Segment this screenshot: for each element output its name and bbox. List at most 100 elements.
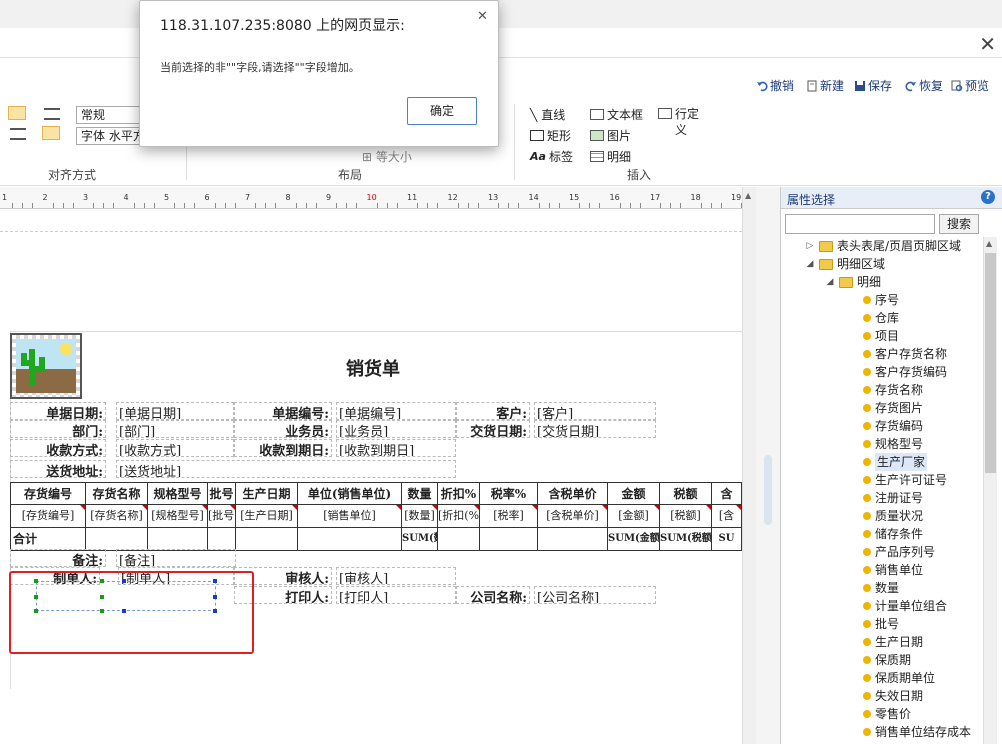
insert-label-button[interactable]: Aa 标签	[530, 148, 573, 165]
insert-row-button[interactable]: 行定义	[658, 106, 703, 138]
doc-number-label[interactable]: 单据编号:	[234, 402, 332, 420]
table-total-cell[interactable]	[147, 527, 208, 551]
table-total-cell[interactable]	[297, 527, 402, 551]
table-header-cell[interactable]: 折扣%	[437, 482, 480, 505]
close-icon[interactable]: ✕	[979, 32, 996, 56]
ship-address-field[interactable]: [送货地址]	[116, 460, 456, 478]
tree-leaf[interactable]: 序号	[863, 291, 899, 309]
tree-leaf[interactable]: 客户存货编码	[863, 363, 947, 381]
table-total-cell[interactable]: SUM(税额)	[659, 527, 712, 551]
table-total-cell[interactable]: 合计	[10, 527, 86, 551]
logo-image[interactable]	[10, 333, 82, 399]
tree-leaf[interactable]: 储存条件	[863, 525, 923, 543]
table-total-cell[interactable]: SU	[711, 527, 742, 551]
table-header-cell[interactable]: 存货编号	[10, 482, 86, 505]
tree-folder[interactable]: ◢ 明细	[825, 273, 881, 291]
table-total-cell[interactable]: SUM(金额)	[607, 527, 660, 551]
doc-number-field[interactable]: [单据编号]	[336, 402, 456, 420]
new-button[interactable]: 新建	[806, 77, 844, 94]
ship-address-label[interactable]: 送货地址:	[10, 460, 106, 478]
table-data-cell[interactable]: [税额]	[659, 504, 712, 528]
table-data-cell[interactable]: [存货名称]	[85, 504, 148, 528]
tree-leaf[interactable]: 销售单位结存成本	[863, 723, 971, 741]
search-input[interactable]	[785, 214, 935, 234]
canvas-scrollbar[interactable]: ▲	[742, 187, 756, 744]
table-data-cell[interactable]: [税率]	[479, 504, 538, 528]
tree-leaf[interactable]: 生产厂家	[863, 453, 928, 471]
tree-leaf[interactable]: 存货名称	[863, 381, 923, 399]
table-header-cell[interactable]: 批号	[207, 482, 236, 505]
table-total-cell[interactable]	[235, 527, 298, 551]
remark-label[interactable]: 备注:	[10, 549, 106, 567]
table-header-cell[interactable]: 数量	[401, 482, 438, 505]
align-middle-icon[interactable]	[42, 126, 60, 140]
table-header-cell[interactable]: 含税单价	[537, 482, 608, 505]
tree-leaf[interactable]: 失效日期	[863, 687, 923, 705]
customer-label[interactable]: 客户:	[456, 402, 530, 420]
table-data-cell[interactable]: [含	[711, 504, 742, 528]
department-label[interactable]: 部门:	[10, 420, 106, 438]
tree-leaf[interactable]: 生产日期	[863, 633, 923, 651]
tree-leaf[interactable]: 批号	[863, 615, 899, 633]
tree-leaf[interactable]: 项目	[863, 327, 899, 345]
table-header-cell[interactable]: 金额	[607, 482, 660, 505]
delivery-date-field[interactable]: [交货日期]	[534, 420, 656, 438]
payment-due-field[interactable]: [收款到期日]	[336, 439, 456, 457]
undo-button[interactable]: 撤销	[756, 77, 794, 94]
tree-leaf[interactable]: 保质期单位	[863, 669, 935, 687]
align-left-icon[interactable]	[8, 106, 26, 120]
tree-leaf[interactable]: 仓库	[863, 309, 899, 327]
table-total-cell[interactable]	[479, 527, 538, 551]
table-header-cell[interactable]: 含	[711, 482, 742, 505]
font-align-select[interactable]: 字体 水平方	[76, 127, 142, 145]
redo-button[interactable]: 恢复	[905, 77, 943, 94]
table-data-cell[interactable]: [存货编号]	[10, 504, 86, 528]
insert-textbox-button[interactable]: 文本框	[590, 106, 643, 123]
tree-folder[interactable]: ◢ 明细区域	[805, 255, 885, 273]
customer-field[interactable]: [客户]	[534, 402, 656, 420]
tree-leaf[interactable]: 产品序列号	[863, 543, 935, 561]
payment-method-field[interactable]: [收款方式]	[116, 439, 234, 457]
table-data-cell[interactable]: [规格型号]	[147, 504, 208, 528]
tree-leaf[interactable]: 保质期	[863, 651, 911, 669]
table-total-cell[interactable]	[537, 527, 608, 551]
table-data-cell[interactable]: [含税单价]	[537, 504, 608, 528]
scroll-thumb[interactable]	[985, 253, 996, 473]
tree-folder[interactable]: ▷ 表头表尾/页眉页脚区域	[805, 237, 962, 255]
insert-image-button[interactable]: 图片	[590, 127, 631, 144]
font-style-select[interactable]: 常规	[76, 106, 142, 124]
table-data-cell[interactable]: [生产日期]	[235, 504, 298, 528]
payment-method-label[interactable]: 收款方式:	[10, 439, 106, 457]
tree-leaf[interactable]: 数量	[863, 579, 899, 597]
table-data-cell[interactable]: [批号]	[207, 504, 236, 528]
save-button[interactable]: 保存	[854, 77, 892, 94]
table-header-cell[interactable]: 规格型号	[147, 482, 208, 505]
insert-line-button[interactable]: ╲ 直线	[530, 106, 565, 123]
table-data-cell[interactable]: [数量]	[401, 504, 438, 528]
company-name-field[interactable]: [公司名称]	[534, 586, 656, 604]
table-total-cell[interactable]: SUM(数量)	[401, 527, 438, 551]
delivery-date-label[interactable]: 交货日期:	[456, 420, 530, 438]
tree-leaf[interactable]: 销售单位	[863, 561, 923, 579]
insert-detail-button[interactable]: 明细	[590, 148, 631, 165]
expand-toggle-icon[interactable]: ◢	[825, 273, 835, 291]
design-canvas[interactable]: 销货单 单据日期: [单据日期] 单据编号: [单据编号] 客户: [客户] 部…	[0, 209, 742, 744]
tree-leaf[interactable]: 存货编码	[863, 417, 923, 435]
dialog-close-icon[interactable]: ✕	[477, 9, 488, 24]
table-header-cell[interactable]: 税额	[659, 482, 712, 505]
insert-rect-button[interactable]: 矩形	[530, 127, 571, 144]
doc-date-field[interactable]: [单据日期]	[116, 402, 234, 420]
align-center-icon[interactable]	[44, 108, 60, 120]
table-total-cell[interactable]	[437, 527, 480, 551]
printer-field[interactable]: [打印人]	[336, 586, 456, 604]
table-total-cell[interactable]	[207, 527, 236, 551]
scroll-up-icon[interactable]: ▲	[745, 191, 751, 200]
table-total-cell[interactable]	[85, 527, 148, 551]
expand-toggle-icon[interactable]: ▷	[805, 237, 815, 255]
panel-scrollbar[interactable]: ▲	[983, 237, 997, 744]
scroll-up-icon[interactable]: ▲	[986, 239, 992, 248]
table-data-cell[interactable]: [折扣(%)]	[437, 504, 480, 528]
tree-leaf[interactable]: 计量单位组合	[863, 597, 947, 615]
tree-leaf[interactable]: 客户存货名称	[863, 345, 947, 363]
salesman-label[interactable]: 业务员:	[234, 420, 332, 438]
